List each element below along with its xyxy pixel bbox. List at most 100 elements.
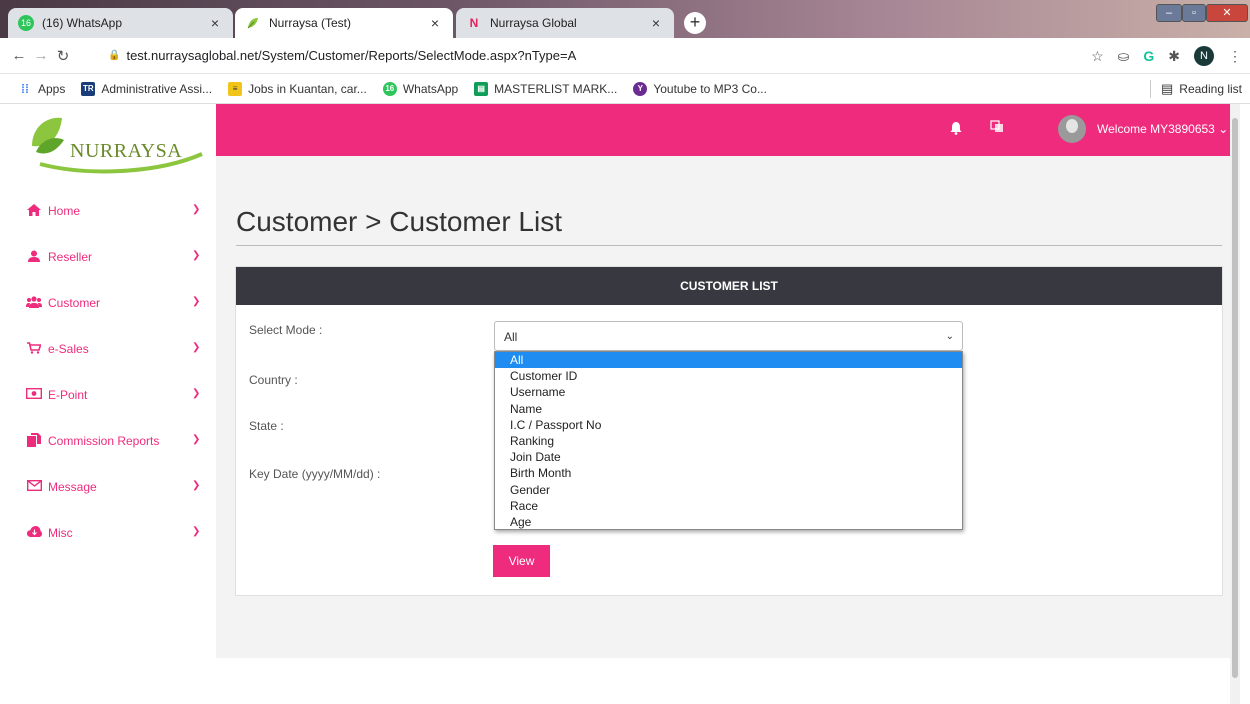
dropdown-option[interactable]: Race [495,498,962,514]
envelope-icon [26,479,42,494]
back-icon[interactable]: ← [8,47,30,64]
sidebar-item-label: Customer [48,296,101,310]
copy-icon [26,432,42,450]
tab-title: (16) WhatsApp [42,16,123,30]
scrollbar-thumb[interactable] [1232,118,1238,678]
chevron-down-icon: ❯ [192,296,201,307]
divider [1150,80,1151,98]
home-icon [26,203,42,219]
close-icon[interactable]: × [648,15,664,31]
sidebar-item-reseller[interactable]: Reseller ❯ [0,234,216,280]
dropdown-option[interactable]: Join Date [495,449,962,465]
youtube-mp3-icon: Y [633,81,648,96]
sidebar-item-customer[interactable]: Customer ❯ [0,280,216,326]
minimize-icon[interactable]: – [1156,4,1182,22]
tr-icon: TR [81,81,96,96]
top-header: Welcome MY3890653 ⌄ [216,104,1240,156]
chevron-down-icon: ❯ [192,204,201,215]
user-avatar[interactable] [1058,115,1086,143]
country-label: Country : [249,373,298,387]
browser-toolbar-right: ☆ ⛀ G ✱ N ⋮ [1091,38,1242,74]
dropdown-option[interactable]: I.C / Passport No [495,417,962,433]
dropdown-option[interactable]: Age [495,514,962,530]
sidebar-item-label: E-Point [48,388,88,402]
grammarly-icon[interactable]: G [1143,48,1154,64]
select-mode-label: Select Mode : [249,323,323,337]
dropdown-option[interactable]: Username [495,384,962,400]
address-bar: ← → ↻ 🔒 test.nurraysaglobal.net/System/C… [0,38,1250,74]
sidebar-item-label: Misc [48,526,73,540]
tab-nurraysa-global[interactable]: N Nurraysa Global × [456,8,674,38]
bookmark-apps[interactable]: ⁞⁞ Apps [18,82,65,96]
divider [236,245,1222,246]
menu-dots-icon[interactable]: ⋮ [1228,48,1242,65]
dropdown-option[interactable]: Customer ID [495,368,962,384]
bookmark-whatsapp[interactable]: 16 WhatsApp [382,81,459,96]
jobs-icon: ≡ [228,81,243,96]
select-mode-dropdown[interactable]: All ⌄ [494,321,963,351]
sidebar-item-label: e-Sales [48,342,89,356]
cart-icon [26,341,42,357]
n-logo-icon: N [469,16,479,30]
tab-title: Nurraysa Global [490,16,577,30]
reading-list[interactable]: ▤ Reading list [1150,80,1242,98]
dropdown-option[interactable]: Ranking [495,433,962,449]
reading-list-icon: ▤ [1161,81,1174,96]
new-tab-button[interactable]: + [684,12,706,34]
close-icon[interactable]: × [427,15,443,31]
sidebar-item-e-point[interactable]: E-Point ❯ [0,372,216,418]
chevron-down-icon: ⌄ [945,331,954,342]
sidebar: Home ❯ Reseller ❯ Customer ❯ e-Sales ❯ E… [0,188,216,556]
sidebar-item-misc[interactable]: Misc ❯ [0,510,216,556]
page-scrollbar[interactable] [1230,104,1240,704]
forward-icon[interactable]: → [30,47,52,64]
profile-avatar[interactable]: N [1194,46,1214,66]
bell-icon[interactable] [948,121,964,137]
select-mode-options: All Customer ID Username Name I.C / Pass… [494,351,963,530]
welcome-text: Welcome MY3890653 [1097,122,1215,136]
select-mode-value: All [504,330,518,344]
logo-text: NURRAYSA [70,140,183,162]
tab-title: Nurraysa (Test) [269,16,352,30]
dropdown-option[interactable]: Name [495,401,962,417]
dropdown-option[interactable]: All [495,352,962,369]
close-icon[interactable]: × [207,15,223,31]
sidebar-item-commission-reports[interactable]: Commission Reports ❯ [0,418,216,464]
bookmark-administrative[interactable]: TR Administrative Assi... [81,81,213,96]
maximize-icon[interactable]: ▫ [1182,4,1206,22]
sidebar-item-home[interactable]: Home ❯ [0,188,216,234]
chevron-down-icon: ❯ [192,526,201,537]
whatsapp-icon: 16 [18,15,34,31]
puzzle-icon[interactable]: ✱ [1168,48,1180,65]
cloud-icon [26,526,42,540]
page-title: Customer > Customer List [236,206,562,237]
sidebar-item-label: Commission Reports [48,434,160,448]
bookmark-jobs[interactable]: ≡ Jobs in Kuantan, car... [228,81,367,96]
window-close-icon[interactable]: ✕ [1206,4,1248,22]
dropdown-option[interactable]: Gender [495,482,962,498]
bookmark-masterlist[interactable]: ▤ MASTERLIST MARK... [474,81,618,96]
chevron-down-icon: ❯ [192,250,201,261]
bookmarks-bar: ⁞⁞ Apps TR Administrative Assi... ≡ Jobs… [0,74,1250,104]
extension-icon[interactable]: ⛀ [1118,48,1130,65]
bookmark-label: Administrative Assi... [101,81,213,96]
view-button[interactable]: View [493,545,550,577]
reload-icon[interactable]: ↻ [52,47,74,65]
card-header: CUSTOMER LIST [236,267,1222,305]
money-icon [25,387,43,402]
sheets-icon: ▤ [474,81,489,96]
brand-logo[interactable]: NURRAYSA [26,108,206,178]
tab-nurraysa-test[interactable]: Nurraysa (Test) × [235,8,453,38]
key-date-label: Key Date (yyyy/MM/dd) : [249,467,381,481]
bookmark-youtube-mp3[interactable]: Y Youtube to MP3 Co... [633,81,767,96]
star-icon[interactable]: ☆ [1091,48,1104,65]
url-field[interactable]: 🔒 test.nurraysaglobal.net/System/Custome… [108,48,576,63]
welcome-user-menu[interactable]: Welcome MY3890653 ⌄ [1097,122,1228,136]
bookmark-label: WhatsApp [402,81,459,96]
tab-whatsapp[interactable]: 16 (16) WhatsApp × [8,8,233,38]
bookmark-label: MASTERLIST MARK... [494,81,618,96]
dropdown-option[interactable]: Birth Month [495,465,962,481]
language-icon[interactable] [990,119,1004,136]
sidebar-item-message[interactable]: Message ❯ [0,464,216,510]
sidebar-item-e-sales[interactable]: e-Sales ❯ [0,326,216,372]
